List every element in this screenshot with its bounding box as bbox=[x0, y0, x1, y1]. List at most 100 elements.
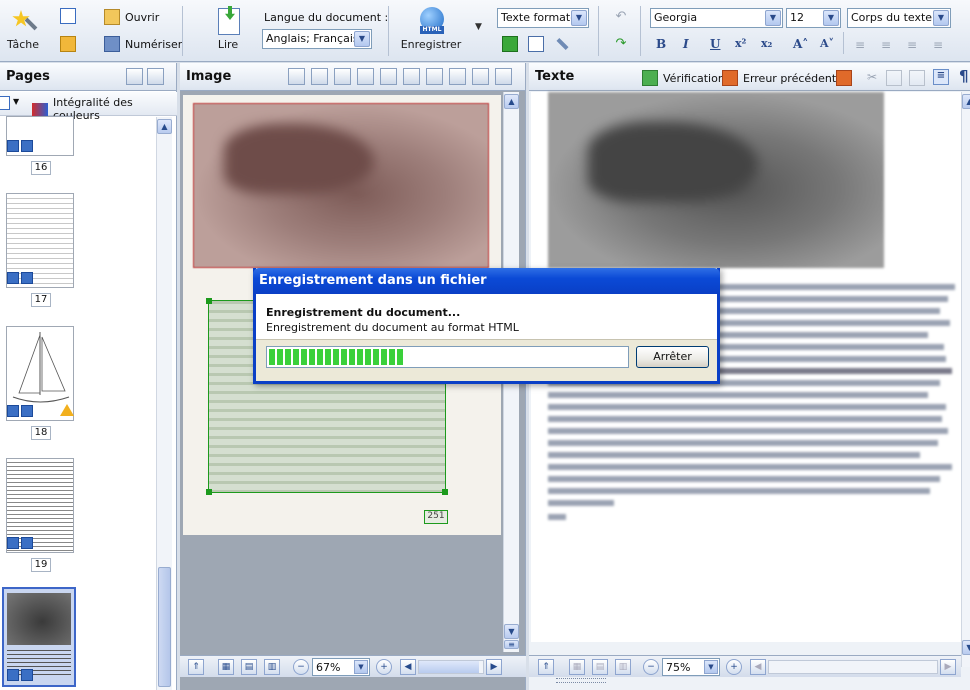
split-vertical-icon[interactable]: ▥ bbox=[264, 659, 280, 675]
split-horizontal-icon[interactable]: ▤ bbox=[592, 659, 608, 675]
scroll-down-icon[interactable]: ▼ bbox=[962, 640, 970, 655]
align-left-icon[interactable]: ≡ bbox=[852, 38, 868, 54]
justify-icon[interactable]: ≡ bbox=[930, 38, 946, 54]
scroll-up-icon[interactable]: ▲ bbox=[504, 94, 519, 109]
next-error-icon[interactable] bbox=[836, 70, 852, 86]
align-center-icon[interactable]: ≡ bbox=[878, 38, 894, 54]
crop-icon[interactable] bbox=[495, 68, 512, 85]
resize-handle[interactable] bbox=[206, 489, 212, 495]
resize-handle[interactable] bbox=[442, 489, 448, 495]
horizontal-scrollbar[interactable] bbox=[768, 660, 938, 674]
recognize-area-icon[interactable] bbox=[288, 68, 305, 85]
view-mode-icon[interactable] bbox=[0, 96, 10, 110]
undo-icon[interactable]: ↶ bbox=[613, 9, 629, 25]
underline-button[interactable]: U bbox=[710, 37, 720, 51]
pilcrow-icon[interactable]: ¶ bbox=[959, 67, 969, 85]
copy-icon[interactable] bbox=[60, 36, 76, 52]
scroll-thumb[interactable] bbox=[158, 567, 171, 687]
open-button[interactable]: Ouvrir bbox=[104, 9, 159, 25]
grow-font-button[interactable]: A˄ bbox=[793, 37, 808, 51]
table-area-icon[interactable] bbox=[311, 68, 328, 85]
cut-icon[interactable]: ✂ bbox=[864, 70, 880, 86]
verify-button[interactable]: Vérification bbox=[642, 70, 725, 86]
resize-handle[interactable] bbox=[206, 298, 212, 304]
scan-button[interactable]: Numériser bbox=[104, 36, 182, 52]
split-vertical-icon[interactable]: ▥ bbox=[615, 659, 631, 675]
select-area-icon[interactable] bbox=[472, 68, 489, 85]
language-select[interactable]: Anglais; Français ▼ bbox=[262, 29, 372, 49]
scroll-right-icon[interactable]: ▶ bbox=[486, 659, 502, 675]
show-formatting-icon[interactable]: ≡ bbox=[933, 69, 949, 85]
zoom-in-icon[interactable]: + bbox=[726, 659, 742, 675]
move-page-up-icon[interactable] bbox=[126, 68, 143, 85]
pages-title: Pages bbox=[6, 69, 50, 84]
picture-block[interactable] bbox=[193, 103, 489, 268]
wrench-icon[interactable] bbox=[554, 36, 570, 52]
grid-view-icon[interactable]: ▦ bbox=[218, 659, 234, 675]
shrink-font-button[interactable]: A˅ bbox=[820, 37, 834, 50]
font-size-select[interactable]: 12 ▼ bbox=[786, 8, 841, 28]
document-icon[interactable] bbox=[528, 36, 544, 52]
pages-scrollbar[interactable]: ▲ bbox=[156, 117, 172, 690]
bold-button[interactable]: B bbox=[656, 37, 666, 51]
collapse-up-icon[interactable]: ⇑ bbox=[538, 659, 554, 675]
scroll-left-icon[interactable]: ◀ bbox=[750, 659, 766, 675]
pages-panel: Pages ▼ Intégralité des couleurs 16 17 1… bbox=[0, 63, 177, 690]
font-select[interactable]: Georgia ▼ bbox=[650, 8, 783, 28]
collapse-up-icon[interactable]: ⇑ bbox=[188, 659, 204, 675]
scroll-up-icon[interactable]: ▲ bbox=[157, 119, 172, 134]
recognized-picture bbox=[548, 92, 884, 268]
stop-button[interactable]: Arrêter bbox=[636, 346, 709, 368]
split-horizontal-icon[interactable]: ▤ bbox=[241, 659, 257, 675]
zoom-in-icon[interactable]: + bbox=[376, 659, 392, 675]
background-picture-icon[interactable] bbox=[380, 68, 397, 85]
grid-view-icon[interactable]: ▦ bbox=[569, 659, 585, 675]
scroll-thumb[interactable] bbox=[419, 661, 479, 673]
pointer-icon[interactable] bbox=[449, 68, 466, 85]
horizontal-scrollbar[interactable] bbox=[418, 660, 484, 674]
chevron-down-icon: ▼ bbox=[354, 660, 368, 674]
chevron-down-icon: ▼ bbox=[704, 660, 718, 674]
text-area-icon[interactable] bbox=[357, 68, 374, 85]
zoom-out-icon[interactable]: − bbox=[293, 659, 309, 675]
new-document-icon[interactable] bbox=[60, 8, 76, 24]
subscript-button[interactable]: x₂ bbox=[761, 37, 772, 50]
superscript-button[interactable]: x² bbox=[735, 37, 746, 50]
color-palette-icon bbox=[32, 102, 48, 116]
text-icon bbox=[7, 272, 19, 284]
previous-error-button[interactable]: Erreur précédente bbox=[722, 70, 843, 86]
image-zoom-select[interactable]: 67% ▼ bbox=[312, 658, 370, 676]
progress-bar bbox=[266, 346, 629, 368]
zoom-out-icon[interactable]: − bbox=[643, 659, 659, 675]
save-button[interactable]: HTML Enregistrer bbox=[398, 6, 464, 51]
image-save-icon[interactable] bbox=[502, 36, 518, 52]
view-mode-dropdown-icon[interactable]: ▼ bbox=[13, 97, 19, 106]
barcode-area-icon[interactable] bbox=[403, 68, 420, 85]
save-dropdown-icon[interactable]: ▼ bbox=[475, 22, 482, 32]
align-right-icon[interactable]: ≡ bbox=[904, 38, 920, 54]
picture-area-icon[interactable] bbox=[334, 68, 351, 85]
pages-subtoolbar: ▼ Intégralité des couleurs bbox=[0, 92, 177, 122]
move-page-down-icon[interactable] bbox=[147, 68, 164, 85]
scroll-left-icon[interactable]: ◀ bbox=[400, 659, 416, 675]
redo-icon[interactable]: ↷ bbox=[613, 36, 629, 52]
read-button[interactable]: Lire bbox=[206, 6, 250, 51]
scroll-split-icon[interactable]: ≡ bbox=[504, 640, 519, 649]
text-scrollbar[interactable]: ▲ ▼ bbox=[961, 92, 970, 667]
splitter-grip[interactable] bbox=[556, 678, 606, 683]
scroll-up-icon[interactable]: ▲ bbox=[962, 94, 970, 109]
language-label: Langue du document : bbox=[264, 11, 389, 24]
copy-text-icon[interactable] bbox=[886, 70, 902, 86]
scroll-down-icon[interactable]: ▼ bbox=[504, 624, 519, 639]
format-select[interactable]: Texte formaté ▼ bbox=[497, 8, 589, 28]
task-button[interactable]: Tâche bbox=[4, 6, 42, 51]
paragraph-style-select[interactable]: Corps du texte + ▼ bbox=[847, 8, 951, 28]
scroll-right-icon[interactable]: ▶ bbox=[940, 659, 956, 675]
italic-button[interactable]: I bbox=[683, 37, 689, 51]
dialog-title: Enregistrement dans un fichier bbox=[253, 268, 720, 294]
text-zoom-select[interactable]: 75% ▼ bbox=[662, 658, 720, 676]
paste-icon[interactable] bbox=[909, 70, 925, 86]
grid-icon[interactable] bbox=[426, 68, 443, 85]
toolbar-separator bbox=[843, 32, 844, 54]
page-number-block[interactable]: 251 bbox=[424, 510, 448, 524]
